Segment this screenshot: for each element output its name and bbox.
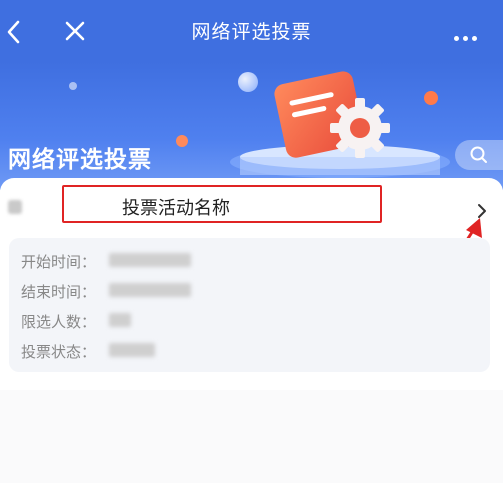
end-time-value — [109, 283, 191, 297]
top-nav-bar: 网络评选投票 — [0, 0, 503, 62]
search-icon — [470, 146, 487, 163]
select-limit-value — [109, 313, 131, 327]
search-button[interactable] — [455, 140, 503, 170]
vote-details: 开始时间： 结束时间： 限选人数： 投票状态： — [9, 238, 490, 372]
select-limit-label: 限选人数： — [21, 313, 97, 331]
end-time-label: 结束时间： — [21, 283, 97, 301]
more-dots-icon[interactable] — [454, 26, 484, 41]
banner-title: 网络评选投票 — [8, 147, 152, 173]
nav-title: 网络评选投票 — [191, 21, 312, 43]
start-time-label: 开始时间： — [21, 253, 97, 271]
vote-status-label: 投票状态： — [21, 343, 97, 361]
vote-name-highlight[interactable]: 投票活动名称 — [62, 185, 382, 223]
banner: 网络评选投票 — [0, 62, 503, 190]
empty-content-area — [0, 390, 503, 483]
start-time-value — [109, 253, 191, 267]
vote-name: 投票活动名称 — [122, 198, 230, 219]
vote-status-value — [109, 343, 155, 357]
vote-thumbnail — [8, 200, 22, 214]
